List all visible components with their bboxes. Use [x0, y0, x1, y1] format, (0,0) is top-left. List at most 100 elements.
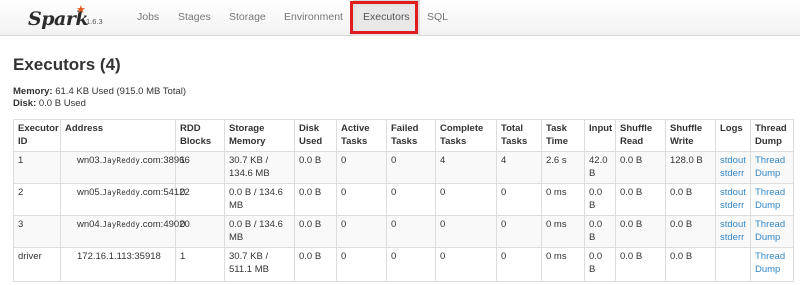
col-header-executor-id[interactable]: Executor ID: [13, 119, 61, 152]
task-time-cell: 2.6 s: [541, 151, 585, 184]
shuffle-read-cell: 0.0 B: [615, 215, 666, 248]
address-cell: wn03.JayReddy.com:38966: [60, 151, 190, 184]
disk-used-cell: 0.0 B: [294, 151, 337, 184]
executors-table: Executor ID Address RDD Blocks Storage M…: [13, 119, 794, 282]
input-cell: 42.0 B: [584, 151, 616, 184]
total-tasks-cell: 0: [496, 215, 542, 248]
storage-memory-cell: 0.0 B / 134.6 MB: [224, 183, 295, 216]
col-header-rdd-blocks[interactable]: RDD Blocks: [175, 119, 225, 152]
active-tasks-cell: 0: [336, 151, 387, 184]
logs-cell: stdout stderr: [715, 151, 751, 184]
executors-highlight-box: [350, 1, 418, 34]
executor-id-cell: 2: [13, 183, 61, 216]
address-cell: wn05.JayReddy.com:54122: [60, 183, 190, 216]
complete-tasks-cell: 4: [435, 151, 497, 184]
shuffle-read-cell: 0.0 B: [615, 183, 666, 216]
spark-logo[interactable]: Spark ★ 1.6.3: [28, 4, 128, 30]
stdout-link[interactable]: stdout: [720, 155, 746, 168]
disk-used-cell: 0.0 B: [294, 183, 337, 216]
failed-tasks-cell: 0: [386, 183, 436, 216]
disk-label: Disk:: [13, 98, 37, 109]
spark-star-icon: ★: [76, 4, 86, 16]
input-cell: 0.0 B: [584, 247, 616, 282]
page-title: Executors (4): [13, 55, 121, 74]
address-watermark: JayReddy: [102, 220, 141, 229]
stdout-link[interactable]: stdout: [720, 187, 746, 200]
address-watermark: JayReddy: [102, 156, 141, 165]
thread-dump-cell: Thread Dump: [750, 151, 794, 184]
address-text: 172.16.1.113:35918: [77, 251, 161, 262]
col-header-task-time[interactable]: Task Time: [541, 119, 585, 152]
thread-dump-link[interactable]: Thread Dump: [755, 187, 789, 212]
thread-dump-cell: Thread Dump: [750, 247, 794, 282]
shuffle-write-cell: 0.0 B: [665, 183, 716, 216]
disk-used-cell: 0.0 B: [294, 215, 337, 248]
rdd-blocks-cell: 1: [175, 247, 225, 282]
memory-summary: Memory: 61.4 KB Used (915.0 MB Total): [13, 86, 186, 97]
col-header-input[interactable]: Input: [584, 119, 616, 152]
col-header-logs: Logs: [715, 119, 751, 152]
tab-sql[interactable]: SQL: [427, 0, 448, 36]
input-cell: 0.0 B: [584, 215, 616, 248]
address-host-prefix: wn05.: [77, 187, 103, 198]
complete-tasks-cell: 0: [435, 215, 497, 248]
table-row: driver 172.16.1.113:35918 1 30.7 KB / 51…: [13, 247, 794, 282]
rdd-blocks-cell: 0: [175, 183, 225, 216]
executor-id-cell: driver: [13, 247, 61, 282]
rdd-blocks-cell: 1: [175, 151, 225, 184]
stderr-link[interactable]: stderr: [720, 232, 746, 245]
storage-memory-cell: 30.7 KB / 511.1 MB: [224, 247, 295, 282]
stderr-link[interactable]: stderr: [720, 168, 746, 181]
total-tasks-cell: 4: [496, 151, 542, 184]
tab-storage[interactable]: Storage: [229, 0, 266, 36]
col-header-address[interactable]: Address: [60, 119, 176, 152]
rdd-blocks-cell: 0: [175, 215, 225, 248]
tab-environment[interactable]: Environment: [284, 0, 343, 36]
address-cell: wn04.JayReddy.com:49020: [60, 215, 190, 248]
stdout-link[interactable]: stdout: [720, 219, 746, 232]
memory-value: 61.4 KB Used (915.0 MB Total): [52, 86, 187, 97]
tab-stages[interactable]: Stages: [178, 0, 211, 36]
executor-id-cell: 3: [13, 215, 61, 248]
active-tasks-cell: 0: [336, 247, 387, 282]
logs-cell: stdout stderr: [715, 183, 751, 216]
shuffle-write-cell: 0.0 B: [665, 215, 716, 248]
disk-summary: Disk: 0.0 B Used: [13, 98, 86, 109]
table-row: 2 wn05.JayReddy.com:54122 0 0.0 B / 134.…: [13, 183, 794, 216]
thread-dump-link[interactable]: Thread Dump: [755, 251, 789, 276]
task-time-cell: 0 ms: [541, 183, 585, 216]
failed-tasks-cell: 0: [386, 151, 436, 184]
storage-memory-cell: 0.0 B / 134.6 MB: [224, 215, 295, 248]
col-header-complete-tasks[interactable]: Complete Tasks: [435, 119, 497, 152]
thread-dump-link[interactable]: Thread Dump: [755, 155, 789, 180]
disk-value: 0.0 B Used: [36, 98, 86, 109]
col-header-failed-tasks[interactable]: Failed Tasks: [386, 119, 436, 152]
input-cell: 0.0 B: [584, 183, 616, 216]
col-header-shuffle-write[interactable]: Shuffle Write: [665, 119, 716, 152]
col-header-active-tasks[interactable]: Active Tasks: [336, 119, 387, 152]
thread-dump-cell: Thread Dump: [750, 183, 794, 216]
thread-dump-cell: Thread Dump: [750, 215, 794, 248]
shuffle-write-cell: 128.0 B: [665, 151, 716, 184]
stderr-link[interactable]: stderr: [720, 200, 746, 213]
thread-dump-link[interactable]: Thread Dump: [755, 219, 789, 244]
complete-tasks-cell: 0: [435, 247, 497, 282]
top-navbar: Spark ★ 1.6.3 Jobs Stages Storage Enviro…: [0, 0, 800, 36]
executor-id-cell: 1: [13, 151, 61, 184]
address-cell: 172.16.1.113:35918: [60, 247, 176, 282]
col-header-thread-dump: Thread Dump: [750, 119, 794, 152]
storage-memory-cell: 30.7 KB / 134.6 MB: [224, 151, 295, 184]
col-header-storage-memory[interactable]: Storage Memory: [224, 119, 295, 152]
col-header-shuffle-read[interactable]: Shuffle Read: [615, 119, 666, 152]
col-header-total-tasks[interactable]: Total Tasks: [496, 119, 542, 152]
logs-cell: [715, 247, 751, 282]
table-row: 3 wn04.JayReddy.com:49020 0 0.0 B / 134.…: [13, 215, 794, 248]
shuffle-write-cell: 0.0 B: [665, 247, 716, 282]
active-tasks-cell: 0: [336, 215, 387, 248]
col-header-disk-used[interactable]: Disk Used: [294, 119, 337, 152]
total-tasks-cell: 0: [496, 247, 542, 282]
table-header-row: Executor ID Address RDD Blocks Storage M…: [13, 119, 794, 152]
tab-jobs[interactable]: Jobs: [137, 0, 159, 36]
complete-tasks-cell: 0: [435, 183, 497, 216]
address-host-prefix: wn03.: [77, 155, 103, 166]
